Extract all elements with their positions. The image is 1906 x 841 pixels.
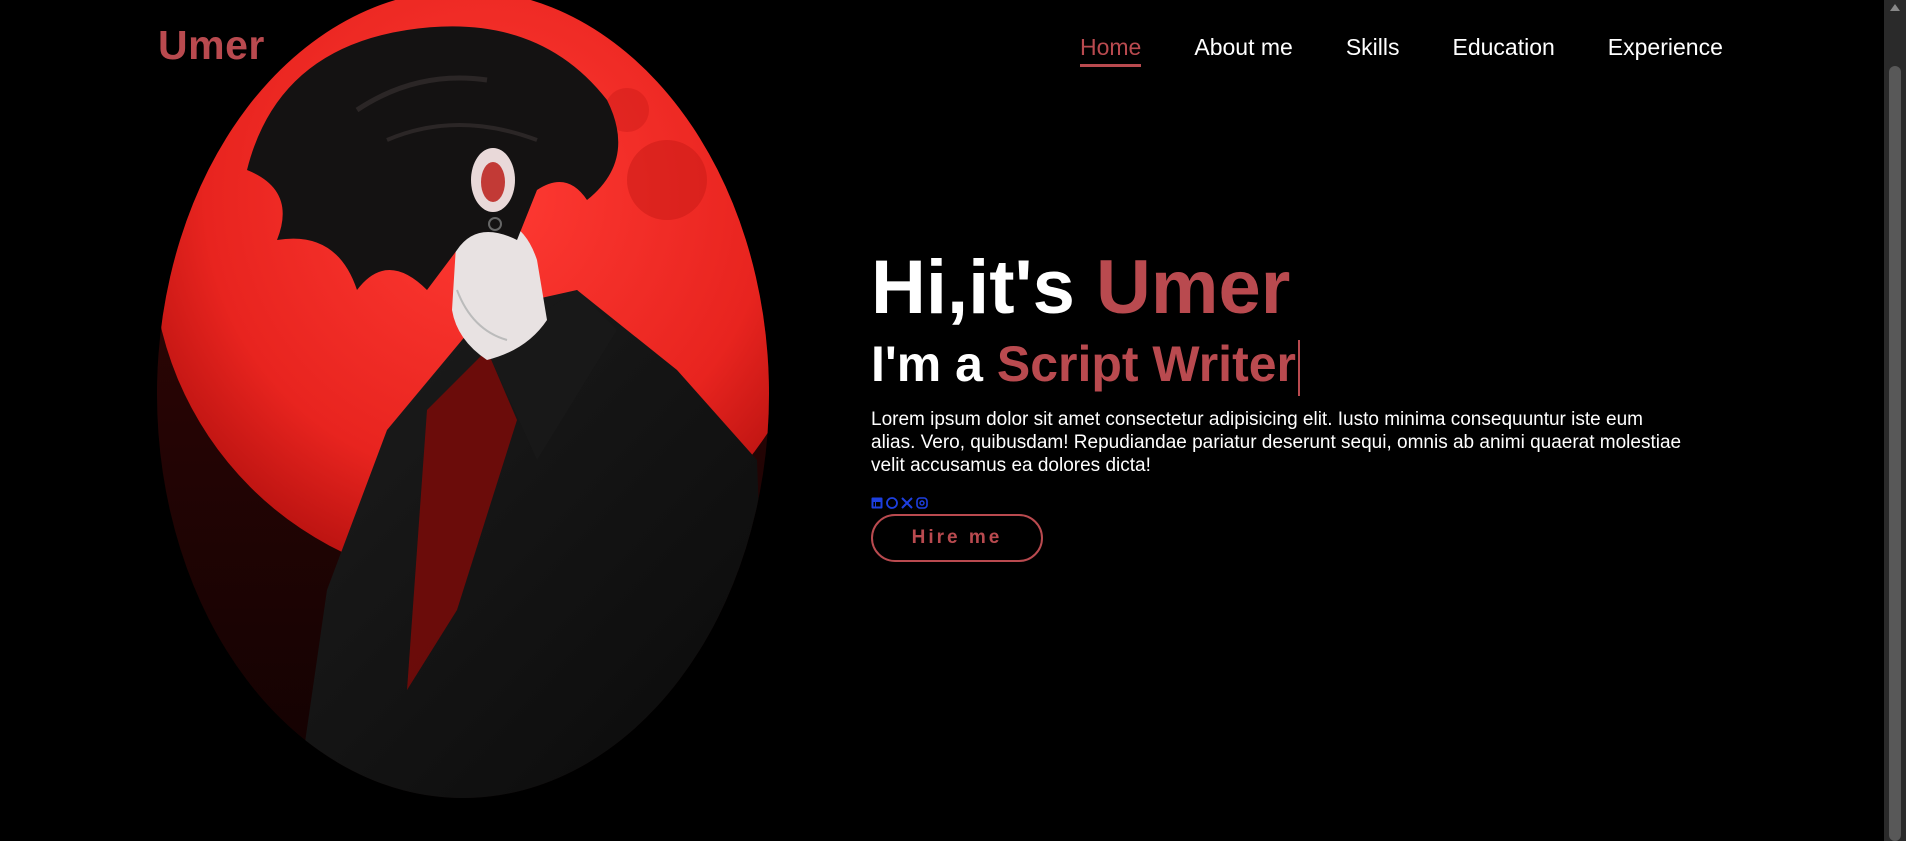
role-prefix: I'm a bbox=[871, 336, 997, 392]
linkedin-icon[interactable] bbox=[871, 496, 883, 509]
hero-subheading: I'm a Script Writer bbox=[871, 332, 1691, 396]
scrollbar-thumb[interactable] bbox=[1889, 66, 1901, 841]
nav-experience[interactable]: Experience bbox=[1608, 34, 1723, 67]
scroll-up-arrow-icon[interactable] bbox=[1890, 4, 1900, 11]
page-scrollbar[interactable] bbox=[1884, 0, 1906, 841]
greeting-prefix: Hi,it's bbox=[871, 245, 1096, 330]
typing-caret bbox=[1298, 339, 1300, 396]
x-icon[interactable] bbox=[901, 496, 913, 509]
nav-about-me[interactable]: About me bbox=[1194, 34, 1292, 67]
main-nav: Home About me Skills Education Experienc… bbox=[1080, 34, 1723, 67]
profile-portrait bbox=[157, 0, 769, 798]
hero-heading: Hi,it's Umer bbox=[871, 244, 1691, 332]
hire-me-button[interactable]: Hire me bbox=[871, 514, 1043, 562]
social-links bbox=[871, 496, 1691, 509]
nav-skills[interactable]: Skills bbox=[1346, 34, 1400, 67]
hero-section: Hi,it's Umer I'm a Script Writer Lorem i… bbox=[871, 244, 1691, 562]
hero-role: Script Writer bbox=[996, 336, 1296, 392]
github-icon[interactable] bbox=[886, 496, 898, 509]
instagram-icon[interactable] bbox=[916, 496, 928, 509]
nav-home[interactable]: Home bbox=[1080, 34, 1142, 67]
hero-description: Lorem ipsum dolor sit amet consectetur a… bbox=[871, 409, 1682, 476]
hero-name: Umer bbox=[1096, 245, 1291, 330]
nav-education[interactable]: Education bbox=[1452, 34, 1554, 67]
